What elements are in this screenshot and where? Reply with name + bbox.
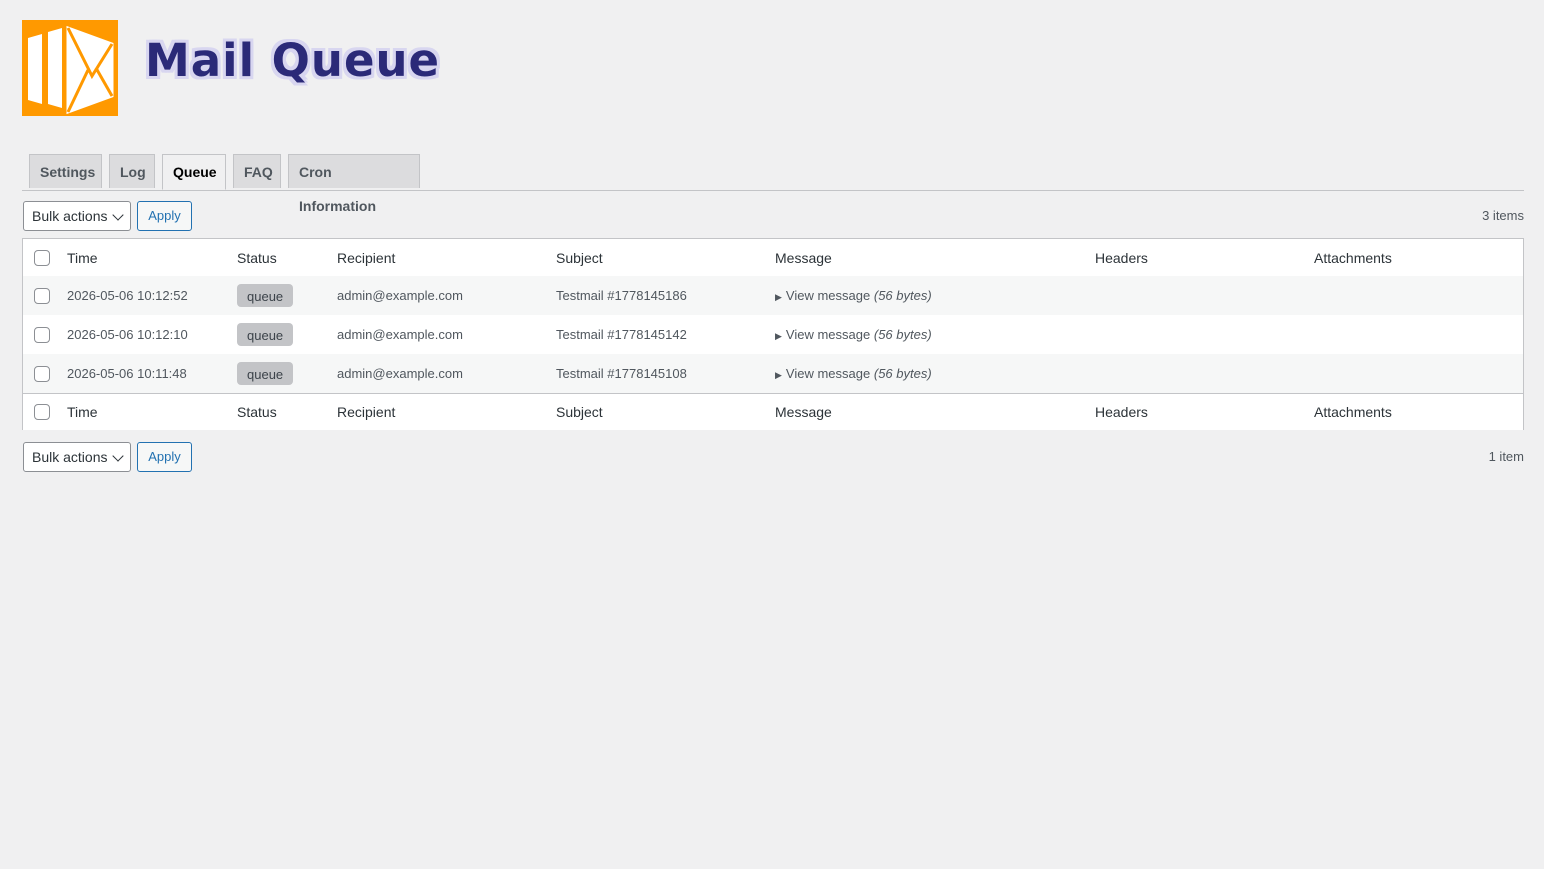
view-message-toggle[interactable]: ▶ View message (56 bytes) <box>775 366 932 381</box>
view-message-toggle[interactable]: ▶ View message (56 bytes) <box>775 288 932 303</box>
column-attachments: Attachments <box>1314 404 1392 420</box>
table-header: Time Status Recipient Subject Message He… <box>23 239 1523 277</box>
tab-settings[interactable]: Settings <box>29 154 102 188</box>
row-recipient: admin@example.com <box>337 366 463 381</box>
items-count: 1 item <box>1488 449 1524 464</box>
select-all-checkbox[interactable] <box>34 249 50 266</box>
page: Mail Queue Settings Log Queue FAQ Cron I… <box>0 0 1544 869</box>
status-badge: queue <box>237 284 294 307</box>
apply-button[interactable]: Apply <box>137 442 192 472</box>
row-recipient: admin@example.com <box>337 327 463 342</box>
apply-button[interactable]: Apply <box>137 201 192 231</box>
row-time: 2026-05-06 10:12:10 <box>67 327 188 342</box>
column-subject: Subject <box>556 404 603 420</box>
table-row: 2026-05-06 10:12:52 queue admin@example.… <box>23 276 1523 315</box>
message-size: (56 bytes) <box>873 288 932 303</box>
bulk-actions-select[interactable]: Bulk actions <box>23 442 131 472</box>
tab-faq[interactable]: FAQ <box>233 154 281 188</box>
message-size: (56 bytes) <box>873 327 932 342</box>
message-size: (56 bytes) <box>873 366 932 381</box>
column-message: Message <box>775 249 832 266</box>
column-recipient: Recipient <box>337 249 396 266</box>
column-recipient: Recipient <box>337 404 396 420</box>
triangle-right-icon: ▶ <box>775 292 782 302</box>
queue-table: Time Status Recipient Subject Message He… <box>22 238 1524 430</box>
column-time: Time <box>67 404 98 420</box>
triangle-right-icon: ▶ <box>775 331 782 341</box>
view-message-toggle[interactable]: ▶ View message (56 bytes) <box>775 327 932 342</box>
bulk-actions-select[interactable]: Bulk actions <box>23 201 131 231</box>
mail-queue-logo-icon <box>22 20 118 116</box>
row-checkbox[interactable] <box>34 326 50 343</box>
select-all-checkbox-footer[interactable] <box>34 404 50 420</box>
column-message: Message <box>775 404 832 420</box>
column-headers: Headers <box>1095 404 1148 420</box>
row-time: 2026-05-06 10:12:52 <box>67 288 188 303</box>
row-subject: Testmail #1778145142 <box>556 327 687 342</box>
column-status: Status <box>237 404 277 420</box>
chevron-down-icon <box>112 209 124 221</box>
row-checkbox[interactable] <box>34 287 50 304</box>
column-attachments: Attachments <box>1314 249 1392 266</box>
column-time: Time <box>67 249 98 266</box>
tab-log[interactable]: Log <box>109 154 155 188</box>
row-time: 2026-05-06 10:11:48 <box>67 366 187 381</box>
row-subject: Testmail #1778145108 <box>556 366 687 381</box>
status-badge: queue <box>237 323 294 346</box>
column-status: Status <box>237 249 277 266</box>
chevron-down-icon <box>112 450 124 462</box>
triangle-right-icon: ▶ <box>775 370 782 380</box>
table-row: 2026-05-06 10:12:10 queue admin@example.… <box>23 315 1523 354</box>
items-count: 3 items <box>1482 208 1524 223</box>
tab-cron-information[interactable]: Cron Information <box>288 154 420 214</box>
bulk-actions-value: Bulk actions <box>32 449 108 465</box>
column-subject: Subject <box>556 249 603 266</box>
column-headers: Headers <box>1095 249 1148 266</box>
page-title: Mail Queue <box>145 34 441 87</box>
status-badge: queue <box>237 362 294 385</box>
table-row: 2026-05-06 10:11:48 queue admin@example.… <box>23 354 1523 393</box>
row-subject: Testmail #1778145186 <box>556 288 687 303</box>
table-footer: Time Status Recipient Subject Message He… <box>23 393 1523 430</box>
tab-queue[interactable]: Queue <box>162 154 226 190</box>
bulk-actions-value: Bulk actions <box>32 208 108 224</box>
nav-tabs: Settings Log Queue FAQ Cron Information <box>22 154 1524 214</box>
row-checkbox[interactable] <box>34 365 50 382</box>
row-recipient: admin@example.com <box>337 288 463 303</box>
